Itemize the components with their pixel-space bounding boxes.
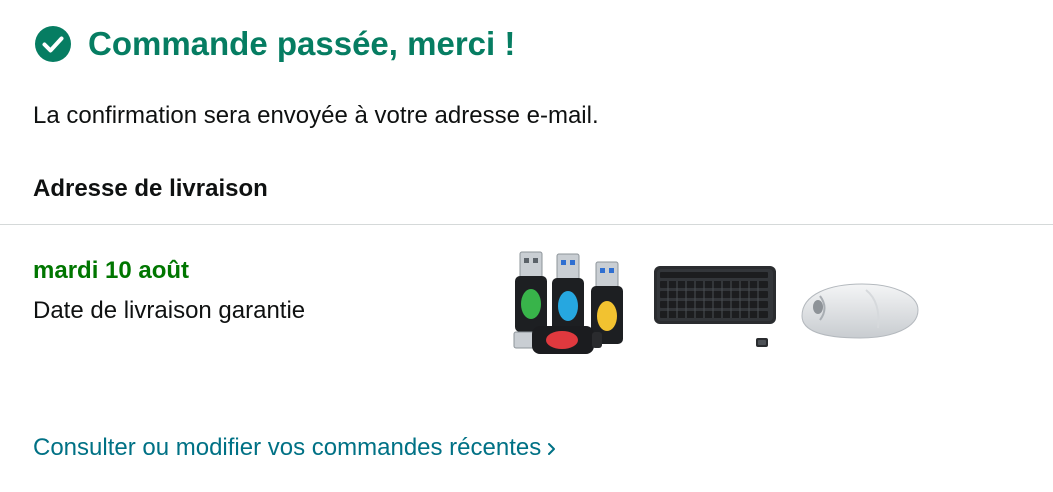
confirmation-message: La confirmation sera envoyée à votre adr… <box>33 102 599 129</box>
mouse-image <box>801 283 919 339</box>
keyboard-image <box>654 266 776 347</box>
product-image-keyboard[interactable] <box>652 262 778 354</box>
section-divider <box>0 224 1053 225</box>
usb-adapters-image <box>513 251 623 354</box>
chevron-right-icon <box>548 443 556 455</box>
shipping-address-heading: Adresse de livraison <box>33 175 268 202</box>
product-image-mouse[interactable] <box>796 276 922 344</box>
check-circle-icon <box>35 26 71 62</box>
recent-orders-link[interactable]: Consulter ou modifier vos commandes réce… <box>33 432 557 464</box>
product-image-usb-adapters[interactable] <box>510 246 635 358</box>
delivery-guarantee-note: Date de livraison garantie <box>33 297 306 324</box>
recent-orders-link-label: Consulter ou modifier vos commandes réce… <box>33 434 542 461</box>
page-title: Commande passée, merci ! <box>88 25 516 62</box>
confirmation-header: Commande passée, merci ! <box>34 24 515 64</box>
delivery-date: mardi 10 août <box>33 257 190 284</box>
